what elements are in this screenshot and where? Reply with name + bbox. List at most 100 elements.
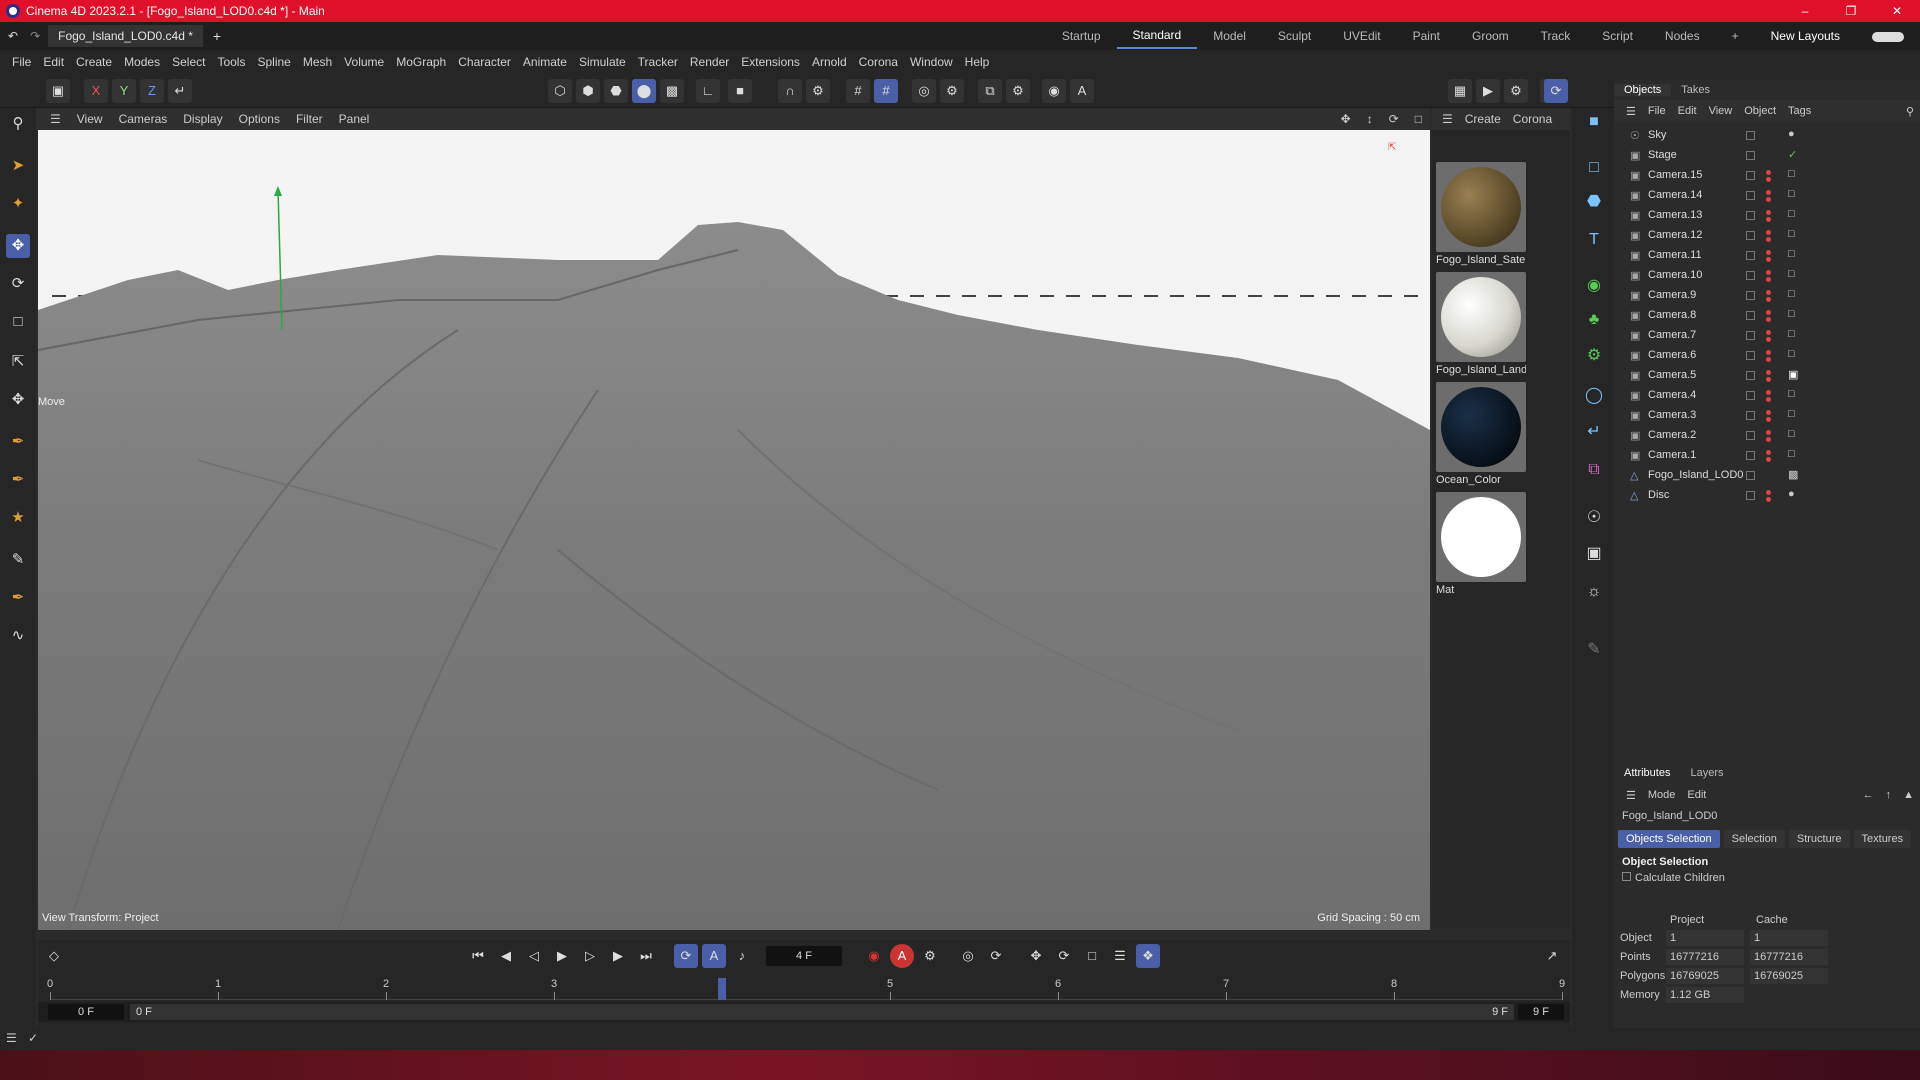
menu-corona[interactable]: Corona: [853, 55, 904, 69]
object-row[interactable]: ▣ Camera.12 □: [1614, 226, 1920, 246]
next-frame-icon[interactable]: ▷: [578, 944, 602, 968]
camera-tag-icon[interactable]: □: [1788, 408, 1802, 422]
motion-clip-icon[interactable]: ⟳: [984, 944, 1008, 968]
scene-icon[interactable]: ☉: [1582, 506, 1606, 530]
object-row[interactable]: ▣ Camera.7 □: [1614, 326, 1920, 346]
objects-search-icon[interactable]: ⚲: [1900, 105, 1920, 118]
next-key-icon[interactable]: ▶: [606, 944, 630, 968]
menu-tracker[interactable]: Tracker: [632, 55, 684, 69]
axis-mode-icon[interactable]: ∟: [696, 79, 720, 103]
objects-menu-object[interactable]: Object: [1738, 105, 1782, 117]
menu-edit[interactable]: Edit: [37, 55, 70, 69]
menu-extensions[interactable]: Extensions: [735, 55, 806, 69]
polygons-mode-icon[interactable]: ⬣: [604, 79, 628, 103]
layout-startup[interactable]: Startup: [1046, 29, 1117, 43]
pan-icon[interactable]: ✥: [1333, 112, 1359, 126]
object-row[interactable]: ▣ Camera.5 ▣: [1614, 366, 1920, 386]
camera-tag-icon[interactable]: □: [1788, 288, 1802, 302]
field-icon[interactable]: ↵: [1582, 420, 1606, 444]
param-key-icon[interactable]: ☰: [1108, 944, 1132, 968]
autokey-record-icon[interactable]: A: [890, 944, 914, 968]
objects-menu-file[interactable]: File: [1642, 105, 1672, 117]
attributes-menu-mode[interactable]: Mode: [1642, 789, 1682, 801]
camera-tag-icon[interactable]: □: [1788, 328, 1802, 342]
camera-tag-icon[interactable]: □: [1788, 228, 1802, 242]
symmetry-settings-icon[interactable]: ⚙: [1006, 79, 1030, 103]
object-row[interactable]: ▣ Camera.10 □: [1614, 266, 1920, 286]
orbit-icon[interactable]: ⟳: [1381, 112, 1407, 126]
menu-select[interactable]: Select: [166, 55, 211, 69]
material-tag-icon[interactable]: ●: [1788, 488, 1802, 502]
selection-tool-icon[interactable]: ➤: [6, 154, 30, 178]
layout-sculpt[interactable]: Sculpt: [1262, 29, 1327, 43]
objects-hamburger-icon[interactable]: ☰: [1620, 105, 1642, 118]
pla-key-icon[interactable]: ❖: [1136, 944, 1160, 968]
live-selection-icon[interactable]: ✦: [6, 192, 30, 216]
material-hamburger-icon[interactable]: ☰: [1436, 112, 1459, 126]
object-mode-icon[interactable]: ⬤: [632, 79, 656, 103]
menu-tools[interactable]: Tools: [211, 55, 251, 69]
y-axis-lock-button[interactable]: Y: [112, 79, 136, 103]
tab-layers[interactable]: Layers: [1680, 767, 1733, 779]
object-row[interactable]: ▣ Camera.3 □: [1614, 406, 1920, 426]
add-document-button[interactable]: +: [213, 28, 221, 44]
view-cycle-icon[interactable]: ⟳: [1544, 79, 1568, 103]
camera-tag-icon[interactable]: □: [1788, 168, 1802, 182]
camera-tag-icon[interactable]: □: [1788, 268, 1802, 282]
brush-tool-icon[interactable]: ★: [6, 506, 30, 530]
keyframe-icon[interactable]: ◇: [42, 944, 66, 968]
menu-modes[interactable]: Modes: [118, 55, 166, 69]
timeline-graph-icon[interactable]: ↗: [1540, 944, 1564, 968]
tab-objects[interactable]: Objects: [1614, 84, 1672, 96]
texture-tag-icon[interactable]: ▩: [1788, 468, 1802, 482]
subtab-structure[interactable]: Structure: [1788, 830, 1850, 848]
menu-mograph[interactable]: MoGraph: [390, 55, 452, 69]
layout-toggle[interactable]: [1856, 29, 1920, 43]
add-layout-button[interactable]: +: [1716, 29, 1755, 43]
menu-create[interactable]: Create: [70, 55, 118, 69]
up-arrow-icon[interactable]: ↑: [1880, 789, 1898, 801]
menu-mesh[interactable]: Mesh: [297, 55, 338, 69]
spline-pen-icon[interactable]: ✒: [6, 430, 30, 454]
auto-keyframe-toggle-icon[interactable]: A: [702, 944, 726, 968]
camera-tag-icon[interactable]: □: [1788, 248, 1802, 262]
back-arrow-icon[interactable]: ←: [1857, 789, 1880, 801]
menu-animate[interactable]: Animate: [517, 55, 573, 69]
checkmark-icon[interactable]: ✓: [1788, 148, 1802, 162]
menu-help[interactable]: Help: [959, 55, 996, 69]
subtab-objects-selection[interactable]: Objects Selection: [1618, 830, 1720, 848]
points-mode-icon[interactable]: ⬡: [548, 79, 572, 103]
camera-tag-icon[interactable]: □: [1788, 308, 1802, 322]
knife-tool-icon[interactable]: ✒: [6, 586, 30, 610]
zoom-icon[interactable]: ↕: [1359, 112, 1381, 126]
lock-icon[interactable]: ▲: [1897, 789, 1920, 801]
maximize-icon[interactable]: ❐: [1828, 0, 1874, 22]
camera-tag-icon[interactable]: □: [1788, 208, 1802, 222]
layout-track[interactable]: Track: [1525, 29, 1587, 43]
render-settings-button-icon[interactable]: ⚙: [1504, 79, 1528, 103]
object-row[interactable]: ▣ Camera.9 □: [1614, 286, 1920, 306]
previous-key-icon[interactable]: ◀: [494, 944, 518, 968]
viewport-menu-display[interactable]: Display: [175, 112, 230, 126]
object-row[interactable]: ▣ Stage ✓: [1614, 146, 1920, 166]
range-slider[interactable]: 0 F 9 F: [130, 1004, 1514, 1020]
viewport-menu-panel[interactable]: Panel: [331, 112, 378, 126]
menu-arnold[interactable]: Arnold: [806, 55, 853, 69]
close-icon[interactable]: ✕: [1874, 0, 1920, 22]
object-row[interactable]: ▣ Camera.15 □: [1614, 166, 1920, 186]
material-menu-create[interactable]: Create: [1459, 112, 1507, 126]
current-frame-field[interactable]: 4 F: [766, 946, 842, 966]
search-icon[interactable]: ⚲: [6, 112, 30, 136]
calculate-children-row[interactable]: Calculate Children: [1614, 872, 1920, 884]
sketch-tool-icon[interactable]: ✒: [6, 468, 30, 492]
object-row[interactable]: ▣ Camera.13 □: [1614, 206, 1920, 226]
objects-menu-tags[interactable]: Tags: [1782, 105, 1817, 117]
placement-tool-icon[interactable]: ✥: [6, 388, 30, 412]
dynamics-icon[interactable]: ◉: [1042, 79, 1066, 103]
object-row[interactable]: ▣ Camera.14 □: [1614, 186, 1920, 206]
material-menu-corona[interactable]: Corona: [1507, 112, 1558, 126]
active-camera-tag-icon[interactable]: ▣: [1788, 368, 1802, 382]
move-tool-icon[interactable]: ✥: [6, 234, 30, 258]
layout-paint[interactable]: Paint: [1397, 29, 1456, 43]
viewport-menu-view[interactable]: View: [69, 112, 111, 126]
